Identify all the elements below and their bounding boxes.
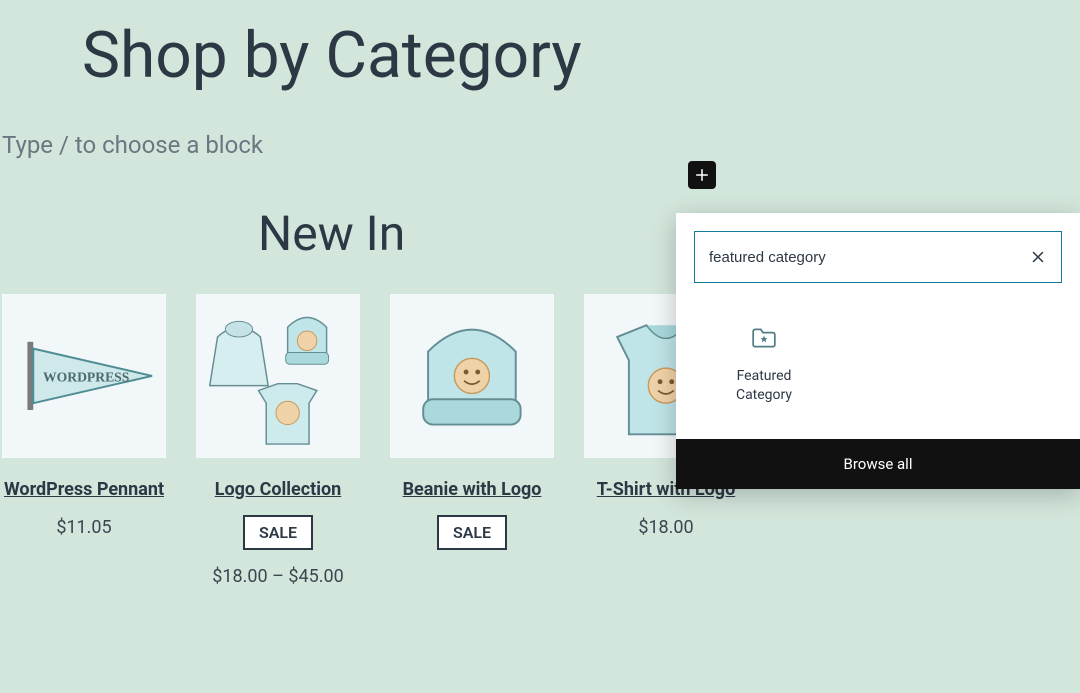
- search-box: [694, 231, 1062, 283]
- search-results: Featured Category: [676, 301, 1080, 439]
- product-price: $18.00: [638, 517, 693, 538]
- svg-text:WORDPRESS: WORDPRESS: [43, 370, 129, 385]
- plus-icon: [693, 166, 711, 184]
- product-card: WORDPRESS WordPress Pennant $11.05: [2, 294, 166, 587]
- beanie-icon: [394, 298, 550, 454]
- add-block-button[interactable]: [688, 161, 716, 189]
- product-card: Logo Collection SALE $18.00 – $45.00: [196, 294, 360, 587]
- sale-badge: SALE: [243, 515, 313, 550]
- sale-badge: SALE: [437, 515, 507, 550]
- apparel-collection-icon: [200, 298, 356, 454]
- product-image[interactable]: WORDPRESS: [2, 294, 166, 458]
- product-card: Beanie with Logo SALE: [390, 294, 554, 587]
- product-name-link[interactable]: Logo Collection: [215, 478, 341, 501]
- block-search-input[interactable]: [709, 249, 1029, 266]
- block-result-label: Featured Category: [716, 367, 812, 405]
- block-result-featured-category[interactable]: Featured Category: [716, 327, 812, 405]
- pennant-icon: WORDPRESS: [6, 298, 162, 454]
- page-title: Shop by Category: [82, 18, 1080, 93]
- product-price: $11.05: [56, 517, 111, 538]
- product-name-link[interactable]: Beanie with Logo: [403, 478, 542, 501]
- search-row: [676, 213, 1080, 301]
- product-image[interactable]: [196, 294, 360, 458]
- clear-search-button[interactable]: [1029, 248, 1047, 266]
- product-price: $18.00 – $45.00: [212, 566, 343, 587]
- product-name-link[interactable]: WordPress Pennant: [4, 478, 164, 501]
- folder-star-icon: [751, 327, 777, 349]
- block-placeholder-hint[interactable]: Type / to choose a block: [0, 131, 1080, 159]
- block-inserter-popover: Featured Category Browse all: [676, 213, 1080, 489]
- product-image[interactable]: [390, 294, 554, 458]
- close-icon: [1029, 248, 1047, 266]
- browse-all-button[interactable]: Browse all: [676, 439, 1080, 489]
